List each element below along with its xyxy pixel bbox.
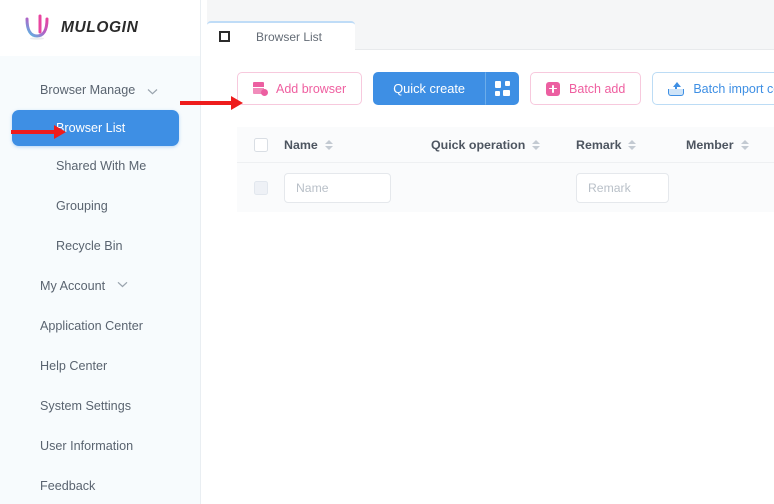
column-header-member[interactable]: Member: [686, 138, 774, 152]
browser-list-panel: Add browser Quick create Batch add: [207, 50, 774, 504]
column-label: Name: [284, 138, 318, 152]
sidebar-item-browser-list[interactable]: Browser List: [12, 110, 179, 146]
sort-icon[interactable]: [532, 140, 540, 150]
table-filter-row: [237, 163, 774, 212]
arrow-to-browser-list: [11, 130, 55, 134]
sidebar-item-label: Grouping: [56, 199, 108, 213]
sidebar-item-label: Recycle Bin: [56, 239, 123, 253]
column-label: Member: [686, 138, 734, 152]
filter-remark-cell: [576, 173, 686, 203]
sidebar-nav: Browser Manage Browser List Shared With …: [0, 56, 200, 504]
sidebar-group-label: My Account: [40, 279, 105, 293]
sidebar-item-label: Help Center: [40, 359, 107, 373]
batch-import-cookies-label: Batch import cookies: [693, 82, 774, 96]
quick-create-label: Quick create: [393, 81, 465, 96]
add-browser-label: Add browser: [276, 82, 346, 96]
sidebar-item-feedback[interactable]: Feedback: [0, 466, 200, 504]
sidebar-item-recycle-bin[interactable]: Recycle Bin: [0, 226, 200, 266]
filter-checkbox-cell: [237, 181, 284, 195]
sidebar-item-label: Browser List: [56, 121, 125, 135]
batch-add-button[interactable]: Batch add: [530, 72, 641, 105]
sidebar-group-my-account[interactable]: My Account: [0, 266, 200, 306]
sidebar-group-label: Browser Manage: [40, 83, 135, 97]
column-header-name[interactable]: Name: [284, 138, 431, 152]
quick-create-group: Quick create: [373, 72, 519, 105]
plus-box-icon: [546, 82, 560, 96]
chevron-down-icon: [117, 281, 128, 291]
select-all-cell: [237, 138, 284, 152]
column-header-quick-operation[interactable]: Quick operation: [431, 138, 576, 152]
sidebar-item-label: System Settings: [40, 399, 131, 413]
upload-icon: [668, 82, 684, 96]
sort-icon[interactable]: [628, 140, 636, 150]
arrow-to-add-browser: [180, 101, 232, 105]
brand-logo[interactable]: MULOGIN: [0, 0, 200, 56]
column-label: Remark: [576, 138, 621, 152]
table-header-row: Name Quick operation Remark Member: [237, 127, 774, 163]
tab-browser-list[interactable]: Browser List: [207, 21, 355, 50]
sidebar-item-label: Application Center: [40, 319, 143, 333]
sidebar-item-label: Shared With Me: [56, 159, 146, 173]
quick-create-grid-button[interactable]: [485, 72, 519, 105]
batch-import-cookies-button[interactable]: Batch import cookies: [652, 72, 774, 105]
browser-table: Name Quick operation Remark Member: [237, 127, 774, 212]
column-header-remark[interactable]: Remark: [576, 138, 686, 152]
filter-name-cell: [284, 173, 431, 203]
chevron-up-icon: [147, 85, 158, 95]
sidebar-item-shared-with-me[interactable]: Shared With Me: [0, 146, 200, 186]
window-plus-icon: [253, 82, 267, 95]
tab-bar: Browser List: [207, 0, 774, 50]
add-browser-button[interactable]: Add browser: [237, 72, 362, 105]
main-content: Browser List Add browser Quick create: [201, 0, 774, 504]
sort-icon[interactable]: [741, 140, 749, 150]
filter-row-checkbox: [254, 181, 268, 195]
name-filter-input[interactable]: [284, 173, 391, 203]
select-all-checkbox[interactable]: [254, 138, 268, 152]
sort-icon[interactable]: [325, 140, 333, 150]
sidebar-item-label: User Information: [40, 439, 133, 453]
sidebar-item-grouping[interactable]: Grouping: [0, 186, 200, 226]
sidebar-item-application-center[interactable]: Application Center: [0, 306, 200, 346]
remark-filter-input[interactable]: [576, 173, 669, 203]
sidebar-item-label: Feedback: [40, 479, 95, 493]
sidebar-group-browser-manage[interactable]: Browser Manage: [0, 70, 200, 110]
column-label: Quick operation: [431, 138, 525, 152]
batch-add-label: Batch add: [569, 82, 625, 96]
square-stop-icon: [219, 31, 230, 42]
toolbar: Add browser Quick create Batch add: [237, 72, 774, 105]
grid-icon: [495, 81, 510, 96]
sidebar-item-system-settings[interactable]: System Settings: [0, 386, 200, 426]
sidebar-item-help-center[interactable]: Help Center: [0, 346, 200, 386]
app-window: MULOGIN Browser Manage Browser List Shar…: [0, 0, 774, 504]
brand-name: MULOGIN: [61, 19, 138, 37]
quick-create-button[interactable]: Quick create: [373, 72, 485, 105]
sidebar-item-user-information[interactable]: User Information: [0, 426, 200, 466]
mulogin-logo-icon: [22, 13, 52, 43]
sidebar: MULOGIN Browser Manage Browser List Shar…: [0, 0, 201, 504]
tab-label: Browser List: [256, 30, 322, 44]
